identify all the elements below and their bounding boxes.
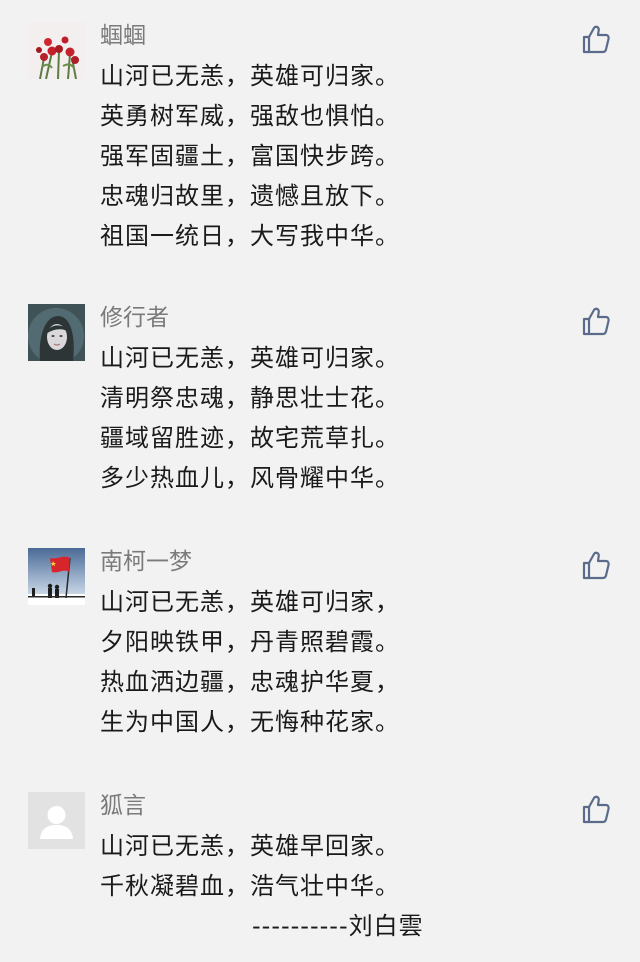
thumbs-up-icon bbox=[582, 551, 610, 580]
comment-body: 山河已无恙，英雄早回家。 千秋凝碧血，浩气壮中华。 ----------刘白雲 bbox=[100, 826, 620, 946]
red-roses-avatar-icon[interactable] bbox=[28, 22, 85, 79]
like-button[interactable] bbox=[578, 548, 612, 582]
poem-line: 强军固疆土，富国快步跨。 bbox=[100, 142, 400, 170]
like-button[interactable] bbox=[578, 22, 612, 56]
thumbs-up-icon bbox=[582, 307, 610, 336]
comment-body: 山河已无恙，英雄可归家， 夕阳映铁甲，丹青照碧霞。 热血洒边疆，忠魂护华夏， 生… bbox=[100, 582, 620, 742]
flag-soldiers-avatar-icon[interactable] bbox=[28, 548, 85, 605]
poem-line: 夕阳映铁甲，丹青照碧霞。 bbox=[100, 628, 400, 656]
poem-line: 山河已无恙，英雄可归家。 bbox=[100, 344, 400, 372]
poem-line: 热血洒边疆，忠魂护华夏， bbox=[100, 668, 400, 696]
poem-line: 山河已无恙，英雄可归家， bbox=[100, 588, 400, 616]
default-user-avatar-icon[interactable] bbox=[28, 792, 85, 849]
poem-line: 英勇树军威，强敌也惧怕。 bbox=[100, 102, 400, 130]
comment-author-name[interactable]: 狐言 bbox=[100, 791, 146, 821]
poem-line: 忠魂归故里，遗憾且放下。 bbox=[100, 182, 400, 210]
comment-author-name[interactable]: 修行者 bbox=[100, 303, 169, 333]
like-button[interactable] bbox=[578, 304, 612, 338]
comment-author-name[interactable]: 蝈蝈 bbox=[100, 21, 146, 51]
signature: ----------刘白雲 bbox=[252, 912, 424, 940]
poem-line: 千秋凝碧血，浩气壮中华。 bbox=[100, 872, 400, 900]
woman-portrait-avatar-icon[interactable] bbox=[28, 304, 85, 361]
poem-line: 生为中国人，无悔种花家。 bbox=[100, 708, 400, 736]
thumbs-up-icon bbox=[582, 795, 610, 824]
poem-line: 疆域留胜迹，故宅荒草扎。 bbox=[100, 424, 400, 452]
comment-body: 山河已无恙，英雄可归家。 英勇树军威，强敌也惧怕。 强军固疆土，富国快步跨。 忠… bbox=[100, 56, 620, 256]
comment-body: 山河已无恙，英雄可归家。 清明祭忠魂，静思壮士花。 疆域留胜迹，故宅荒草扎。 多… bbox=[100, 338, 620, 498]
like-button[interactable] bbox=[578, 792, 612, 826]
comment-author-name[interactable]: 南柯一梦 bbox=[100, 547, 192, 577]
poem-line: 多少热血儿，风骨耀中华。 bbox=[100, 464, 400, 492]
thumbs-up-icon bbox=[582, 25, 610, 54]
poem-line: 山河已无恙，英雄可归家。 bbox=[100, 62, 400, 90]
poem-line: 山河已无恙，英雄早回家。 bbox=[100, 832, 400, 860]
poem-line: 祖国一统日，大写我中华。 bbox=[100, 222, 400, 250]
poem-line: 清明祭忠魂，静思壮士花。 bbox=[100, 384, 400, 412]
